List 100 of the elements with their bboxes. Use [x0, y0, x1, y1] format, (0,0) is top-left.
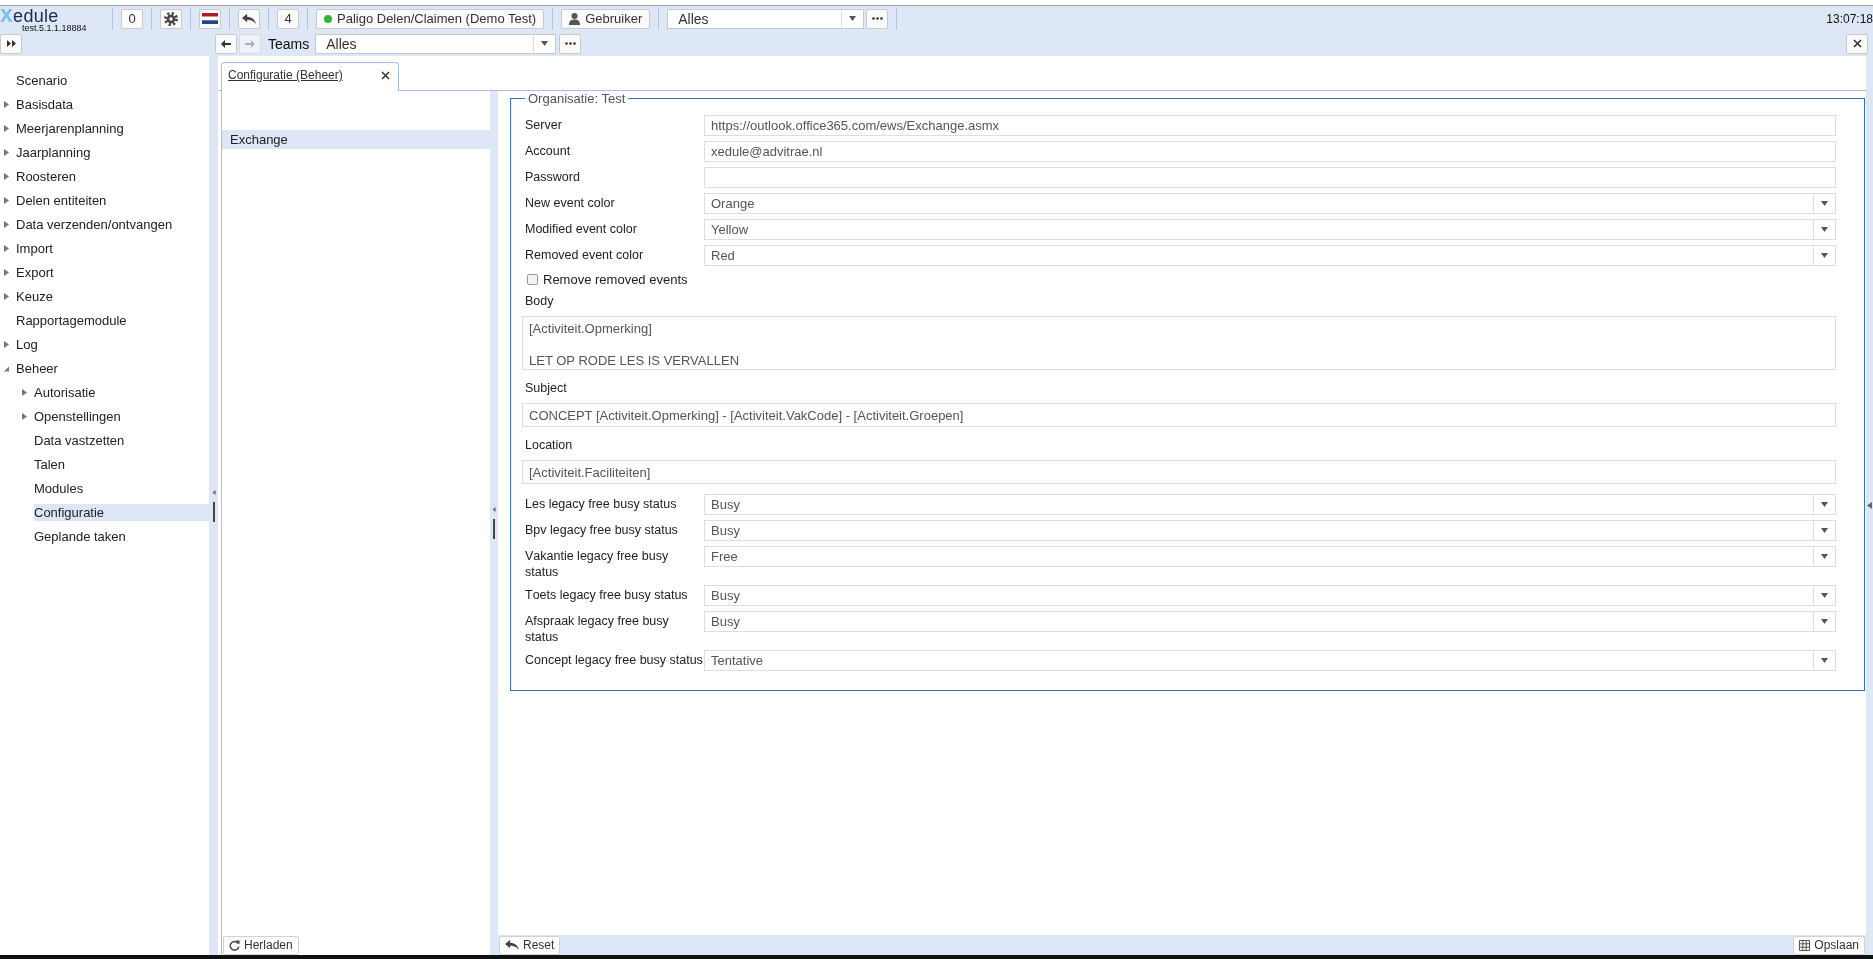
double-arrow-right-icon — [6, 40, 16, 47]
arrow-right-icon — [245, 39, 255, 48]
sidebar-item[interactable]: Configuratie — [34, 503, 209, 521]
sidebar-item[interactable]: Delen entiteiten — [16, 191, 209, 209]
field-label: Password — [525, 169, 581, 185]
text-field[interactable]: https://outlook.office365.com/ews/Exchange.asmx — [704, 115, 1836, 136]
clock-time: 13:07:18 — [1826, 11, 1873, 26]
caret-right-icon[interactable] — [4, 220, 9, 228]
scope-select[interactable]: Alles — [667, 8, 865, 29]
sidebar-item[interactable]: Autorisatie — [34, 383, 209, 401]
caret-right-icon[interactable] — [4, 340, 9, 348]
dropdown-field[interactable]: Yellow — [704, 219, 1836, 240]
caret-down-icon[interactable] — [4, 364, 9, 372]
caret-right-icon[interactable] — [22, 412, 27, 420]
field-label: Removed event color — [525, 247, 645, 263]
field-label: Location — [525, 437, 573, 453]
sidebar-item[interactable]: Modules — [34, 479, 209, 497]
caret-icon — [1821, 593, 1828, 598]
caret-right-icon[interactable] — [4, 292, 9, 300]
caret-right-icon[interactable] — [4, 172, 9, 180]
settings-button[interactable] — [160, 8, 182, 29]
dropdown-field[interactable]: Busy — [704, 585, 1836, 606]
refresh-icon — [229, 939, 240, 951]
caret-right-icon[interactable] — [4, 124, 9, 132]
teams-label: Teams — [268, 35, 310, 52]
language-button[interactable] — [199, 8, 221, 29]
undo-button[interactable] — [238, 8, 260, 29]
text-area[interactable]: [Activiteit.Opmerking] LET OP RODE LES IS VERVALLEN — [522, 316, 1836, 370]
collapse-handle-icon[interactable] — [211, 489, 216, 522]
dropdown-field[interactable]: Busy — [704, 611, 1836, 632]
sidebar-item[interactable]: Basisdata — [16, 95, 209, 113]
text-field[interactable]: CONCEPT [Activiteit.Opmerking] - [Activiteit.VakCode] - [Activiteit.Groepen] — [522, 403, 1836, 427]
app-logo: xedule — [0, 7, 59, 24]
sidebar-item[interactable]: Data vastzetten — [34, 431, 209, 449]
caret-right-icon[interactable] — [4, 268, 9, 276]
sidebar-item[interactable]: Export — [16, 263, 209, 281]
field-label: Afspraak legacy free busy status — [525, 613, 670, 645]
more-button[interactable] — [559, 33, 582, 54]
save-button[interactable]: Opslaan — [1793, 935, 1865, 955]
checkbox-label: Remove removed events — [543, 271, 688, 287]
field-label: Bpv legacy free busy status — [525, 522, 679, 538]
sidebar-item[interactable]: Scenario — [16, 71, 209, 89]
dropdown-field[interactable]: Free — [704, 546, 1836, 567]
flag-icon — [202, 13, 218, 24]
sidebar-item[interactable]: Meerjarenplanning — [16, 119, 209, 137]
caret-icon — [849, 16, 857, 21]
field-label: Modified event color — [525, 221, 638, 237]
sidebar-item[interactable]: Rapportagemodule — [16, 311, 209, 329]
dropdown-field[interactable]: Busy — [704, 494, 1836, 515]
text-field[interactable]: [Activiteit.Faciliteiten] — [522, 460, 1836, 484]
sidebar-item[interactable]: Openstellingen — [34, 407, 209, 425]
sidebar-item[interactable]: Geplande taken — [34, 527, 209, 545]
text-field[interactable]: xedule@advitrae.nl — [704, 141, 1836, 162]
list-item[interactable]: Exchange — [222, 130, 490, 149]
version-label: test.5.1.1.18884 — [22, 24, 87, 33]
sidebar-item[interactable]: Roosteren — [16, 167, 209, 185]
sidebar-item[interactable]: Beheer — [16, 359, 209, 377]
teams-select[interactable]: Alles — [315, 33, 557, 54]
checkbox[interactable] — [527, 273, 538, 285]
caret-right-icon[interactable] — [4, 100, 9, 108]
caret-right-icon[interactable] — [4, 148, 9, 156]
close-icon[interactable] — [381, 70, 390, 80]
field-label: Concept legacy free busy status — [525, 652, 704, 668]
caret-icon — [1821, 502, 1828, 507]
field-label: Toets legacy free busy status — [525, 587, 689, 603]
field-label: Les legacy free busy status — [525, 496, 678, 512]
caret-right-icon[interactable] — [22, 388, 27, 396]
sidebar-item[interactable]: Data verzenden/ontvangen — [16, 215, 209, 233]
more-button[interactable] — [866, 8, 889, 29]
tab[interactable]: Configuratie (Beheer) — [221, 62, 399, 91]
reset-button[interactable]: Reset — [499, 935, 561, 955]
field-label: Account — [525, 143, 572, 159]
group-title: Organisatie: Test — [527, 91, 627, 106]
status-button[interactable]: Paligo Delen/Claimen (Demo Test) — [316, 8, 545, 29]
user-button[interactable]: Gebruiker — [561, 8, 651, 29]
close-button[interactable] — [1846, 33, 1868, 54]
field-label: Server — [525, 117, 563, 133]
caret-right-icon[interactable] — [4, 244, 9, 252]
sidebar-item[interactable]: Jaarplanning — [16, 143, 209, 161]
grid-icon — [1799, 939, 1811, 951]
collapse-handle-icon[interactable] — [492, 507, 496, 539]
expand-panel-button[interactable] — [0, 33, 22, 54]
dropdown-field[interactable]: Tentative — [704, 650, 1836, 671]
dropdown-field[interactable]: Red — [704, 245, 1836, 266]
sidebar-item[interactable]: Import — [16, 239, 209, 257]
caret-icon — [1821, 658, 1828, 663]
back-button[interactable] — [215, 33, 237, 54]
reload-button[interactable]: Herladen — [223, 935, 299, 955]
caret-icon — [1821, 253, 1828, 258]
password-field[interactable] — [704, 167, 1836, 188]
sidebar-item[interactable]: Talen — [34, 455, 209, 473]
dropdown-field[interactable]: Busy — [704, 520, 1836, 541]
caret-icon — [1821, 201, 1828, 206]
dropdown-field[interactable]: Orange — [704, 193, 1836, 214]
caret-right-icon[interactable] — [4, 196, 9, 204]
counter-button[interactable]: 0 — [121, 8, 143, 29]
sidebar-item[interactable]: Keuze — [16, 287, 209, 305]
field-label: Body — [525, 293, 554, 309]
counter-button[interactable]: 4 — [277, 8, 299, 29]
sidebar-item[interactable]: Log — [16, 335, 209, 353]
